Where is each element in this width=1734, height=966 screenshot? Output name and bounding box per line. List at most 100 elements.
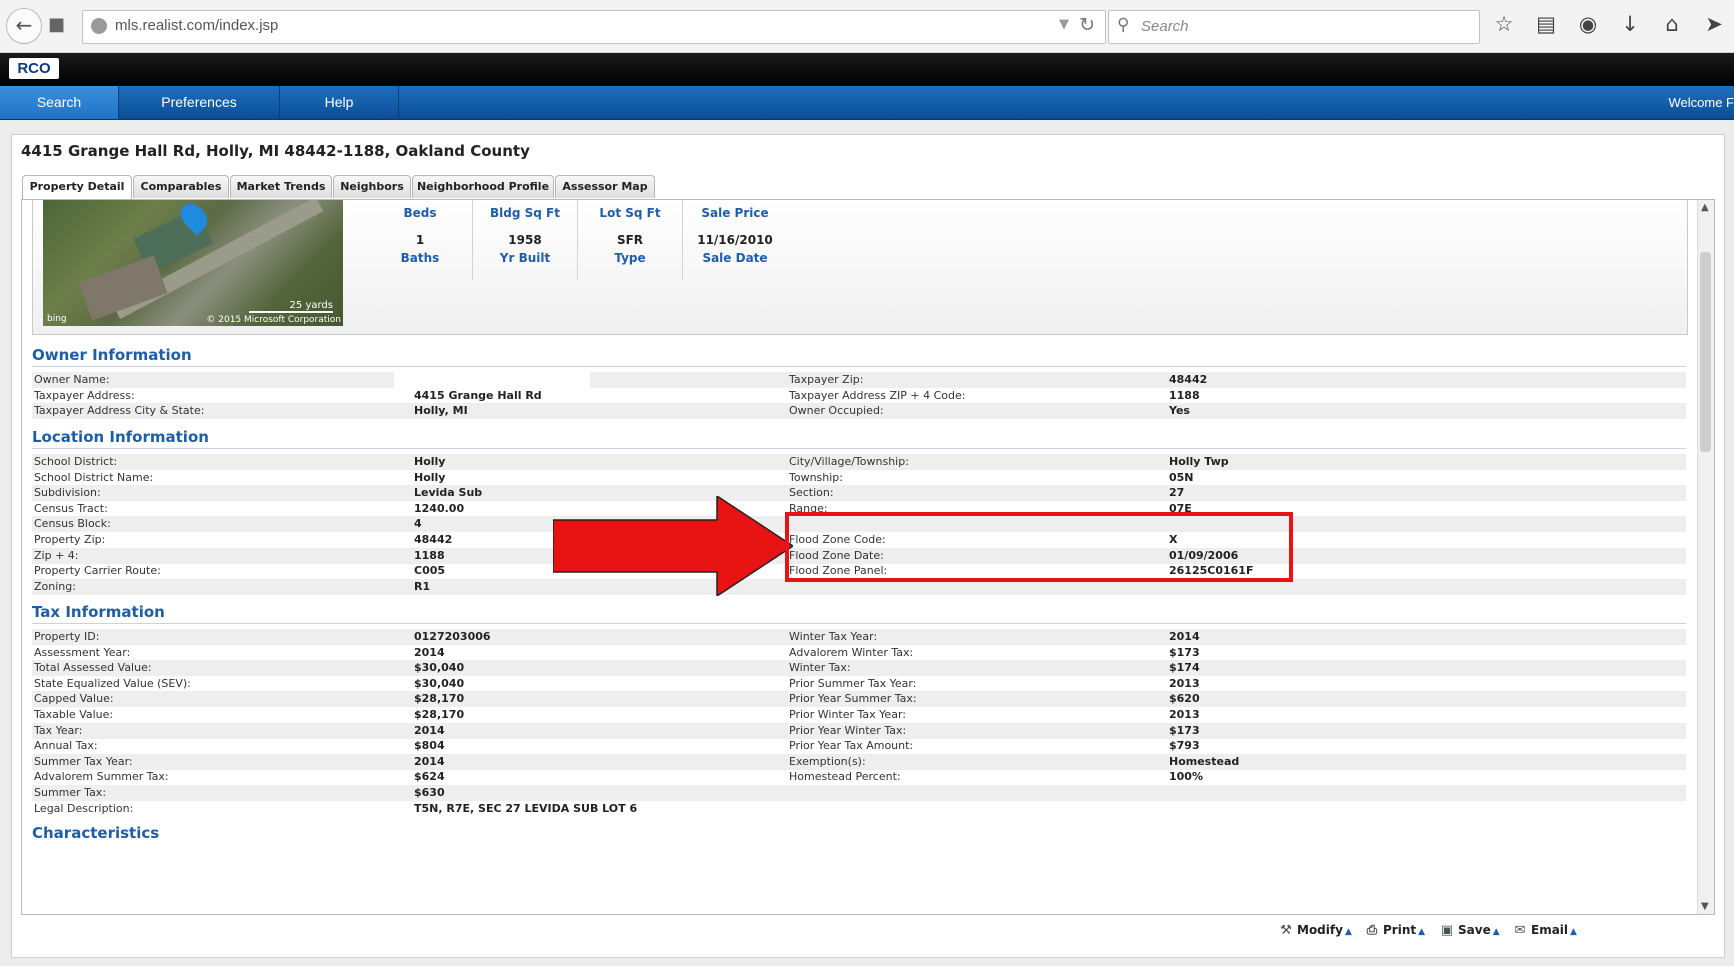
reading-list-icon[interactable]: ▤ — [1532, 12, 1560, 36]
tab-comparables[interactable]: Comparables — [133, 175, 229, 198]
nav-preferences[interactable]: Preferences — [119, 86, 280, 119]
section-divider — [32, 623, 1686, 624]
field-label: Taxpayer Address City & State: — [34, 404, 205, 418]
table-row: Legal Description: T5N, R7E, SEC 27 LEVID… — [32, 801, 1686, 817]
field-label: Zip + 4: — [34, 548, 79, 562]
field-label: Homestead Percent: — [789, 770, 901, 784]
field-label: Prior Year Winter Tax: — [789, 723, 907, 737]
field-value: $793 — [1169, 739, 1200, 753]
table-row: Taxpayer Address City & State: Holly, MI O… — [32, 403, 1686, 420]
field-label: Prior Summer Tax Year: — [789, 676, 917, 690]
scroll-down-icon[interactable]: ▼ — [1701, 901, 1709, 912]
field-value: 1240.00 — [414, 501, 465, 515]
field-label: Annual Tax: — [34, 739, 98, 753]
field-value: 48442 — [1169, 373, 1208, 386]
search-placeholder: Search — [1141, 18, 1189, 35]
tab-market-trends[interactable]: Market Trends — [230, 175, 332, 198]
field-value: $173 — [1169, 723, 1200, 737]
summary-value: 1958 — [508, 233, 542, 247]
field-label: Summer Tax Year: — [34, 754, 133, 768]
modify-button[interactable]: ⚒ Modify ▲ — [1278, 923, 1352, 938]
field-value: $173 — [1169, 645, 1200, 659]
tabs-list-icon[interactable]: ■ — [48, 14, 65, 35]
field-label: School District Name: — [34, 470, 154, 484]
field-value: Holly — [414, 455, 446, 468]
field-value: $30,040 — [414, 676, 465, 690]
field-label: Zoning: — [34, 579, 76, 593]
back-arrow-icon[interactable]: ← — [6, 8, 42, 44]
bookmark-star-icon[interactable]: ☆ — [1490, 12, 1518, 36]
tab-neighborhood-profile[interactable]: Neighborhood Profile — [412, 175, 554, 198]
aerial-map[interactable]: 25 yards bing © 2015 Microsoft Corporati… — [43, 200, 343, 326]
app-header: RCO — [0, 53, 1734, 86]
url-text[interactable]: mls.realist.com/index.jsp — [115, 17, 278, 34]
field-value: $624 — [414, 770, 445, 784]
welcome-text: Welcome F — [1668, 95, 1734, 110]
tab-assessor-map[interactable]: Assessor Map — [555, 175, 655, 198]
field-value: $620 — [1169, 692, 1200, 706]
field-value: 4415 Grange Hall Rd — [414, 388, 542, 402]
tax-heading: Tax Information — [32, 603, 165, 621]
table-row: Tax Year: 2014 Prior Year Winter Tax: $173 — [32, 722, 1686, 739]
send-icon[interactable]: ➤ — [1700, 12, 1728, 36]
download-icon[interactable]: ↓ — [1616, 12, 1644, 36]
field-label: Winter Tax: — [789, 661, 851, 675]
field-label: Census Block: — [34, 517, 111, 531]
url-dropdown-icon[interactable]: ▼ — [1059, 17, 1069, 32]
reload-icon[interactable]: ↻ — [1079, 14, 1095, 36]
characteristics-heading: Characteristics — [32, 824, 160, 842]
site-info-icon[interactable] — [91, 18, 107, 34]
browser-toolbar: ← ■ mls.realist.com/index.jsp ▼ ↻ ⚲ Sear… — [0, 0, 1734, 53]
field-value: $28,170 — [414, 692, 465, 706]
field-value: Holly — [414, 470, 446, 484]
field-value: Holly Twp — [1169, 455, 1229, 468]
table-row: Annual Tax: $804 Prior Year Tax Amount: $79… — [32, 738, 1686, 754]
field-label: Subdivision: — [34, 486, 101, 500]
section-divider — [32, 366, 1686, 367]
field-label: Owner Occupied: — [789, 404, 884, 418]
save-button[interactable]: ▣ Save ▲ — [1439, 923, 1500, 938]
disk-icon: ▣ — [1440, 923, 1454, 938]
rco-logo: RCO — [9, 58, 59, 79]
pocket-icon[interactable]: ◉ — [1574, 12, 1602, 36]
summary-col-sale: Sale Price 11/16/2010 Sale Date — [683, 200, 787, 280]
browser-search-input[interactable]: ⚲ Search — [1108, 10, 1480, 44]
print-button[interactable]: ⎙ Print ▲ — [1364, 923, 1425, 938]
table-row: Subdivision: Levida Sub Section: 27 — [32, 485, 1686, 502]
address-bar[interactable]: mls.realist.com/index.jsp ▼ ↻ — [82, 10, 1106, 44]
summary-label: Lot Sq Ft — [599, 206, 661, 220]
detail-scrollbar[interactable]: ▲ ▼ — [1697, 200, 1714, 914]
field-label: Prior Winter Tax Year: — [789, 708, 906, 721]
table-row: School District: Holly City/Village/Townsh… — [32, 454, 1686, 470]
nav-search[interactable]: Search — [0, 86, 119, 119]
field-value: 0127203006 — [414, 630, 491, 643]
home-icon[interactable]: ⌂ — [1658, 12, 1686, 36]
tab-neighbors[interactable]: Neighbors — [333, 175, 411, 198]
table-row: Summer Tax Year: 2014 Exemption(s): Homeste… — [32, 753, 1686, 770]
field-label: Prior Year Summer Tax: — [789, 692, 917, 706]
envelope-icon: ✉ — [1514, 923, 1526, 938]
field-label: Property Zip: — [34, 533, 106, 546]
table-row: Taxpayer Address: 4415 Grange Hall Rd Taxp… — [32, 388, 1686, 404]
field-label: Section: — [789, 486, 834, 500]
print-label: Print — [1383, 923, 1417, 937]
nav-help[interactable]: Help — [280, 86, 399, 119]
field-label: Property ID: — [34, 630, 100, 643]
field-label: School District: — [34, 455, 118, 468]
printer-icon: ⎙ — [1366, 923, 1378, 938]
email-button[interactable]: ✉ Email ▲ — [1512, 923, 1577, 938]
field-label: Winter Tax Year: — [789, 630, 878, 643]
caret-up-icon: ▲ — [1344, 927, 1352, 937]
table-row: Summer Tax: $630 — [32, 785, 1686, 801]
section-divider — [32, 448, 1686, 449]
scroll-thumb[interactable] — [1700, 252, 1711, 452]
summary-value: 11/16/2010 — [697, 233, 773, 247]
field-value: 2014 — [1169, 630, 1200, 643]
field-value: 48442 — [414, 533, 453, 546]
field-label: Total Assessed Value: — [34, 661, 152, 675]
tab-property-detail[interactable]: Property Detail — [22, 175, 132, 199]
table-row: Advalorem Summer Tax: $624 Homestead Perce… — [32, 769, 1686, 785]
field-label: Tax Year: — [34, 723, 83, 737]
field-label: Advalorem Summer Tax: — [34, 770, 169, 784]
scroll-up-icon[interactable]: ▲ — [1701, 202, 1709, 213]
